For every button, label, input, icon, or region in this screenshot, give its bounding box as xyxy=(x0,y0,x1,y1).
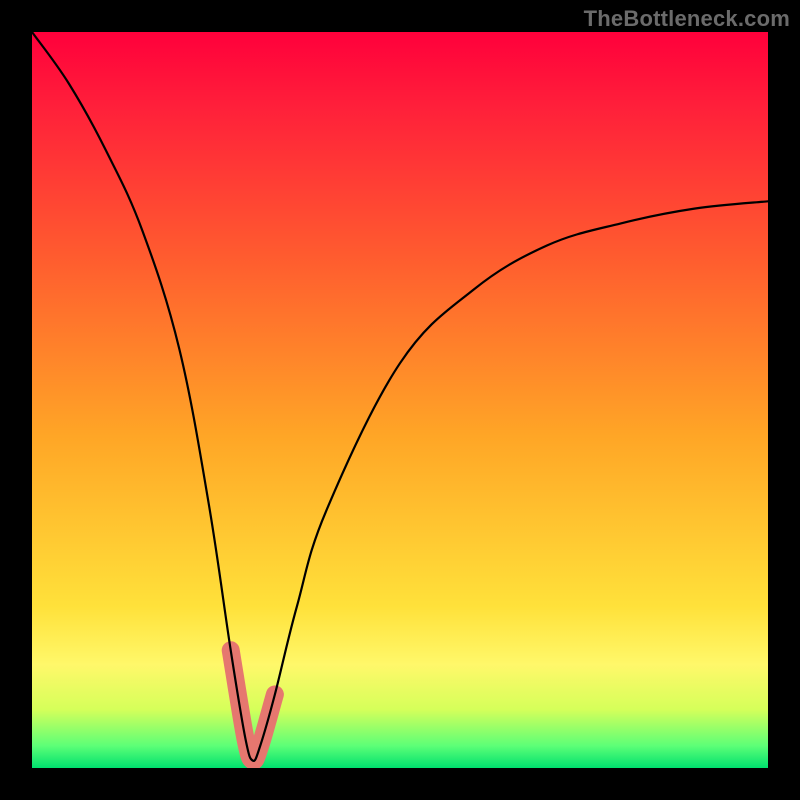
chart-frame: TheBottleneck.com xyxy=(0,0,800,800)
bottleneck-curve xyxy=(32,32,768,761)
bottleneck-curve-svg xyxy=(32,32,768,768)
optimal-zone-marker xyxy=(231,650,275,761)
watermark-text: TheBottleneck.com xyxy=(584,6,790,32)
chart-plot-area xyxy=(32,32,768,768)
